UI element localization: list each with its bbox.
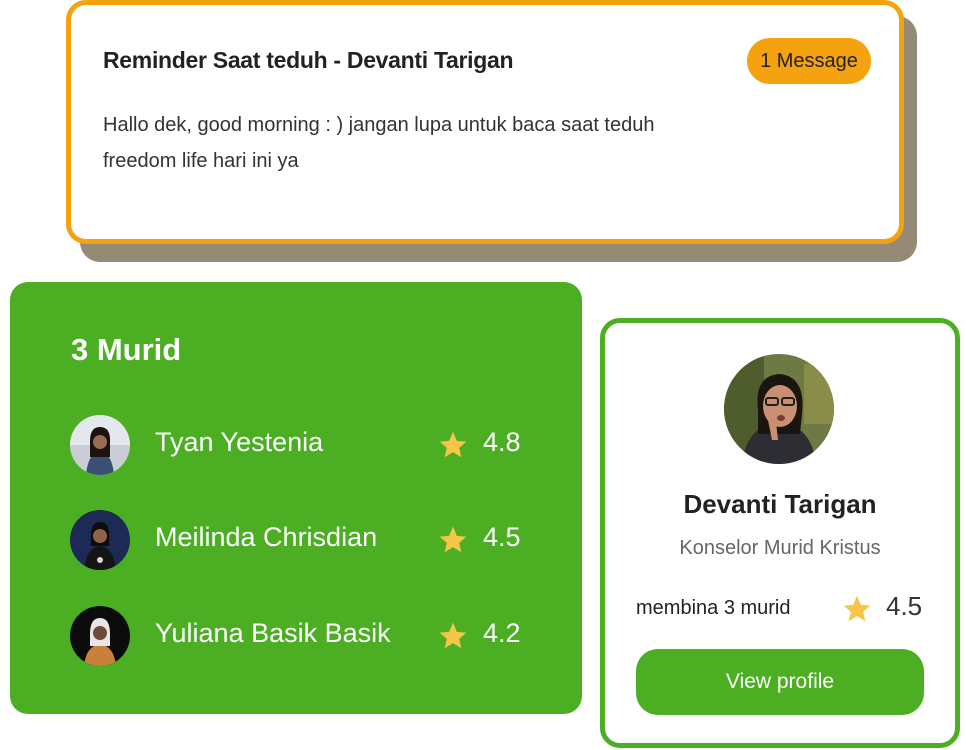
reminder-card[interactable]: Reminder Saat teduh - Devanti Tarigan 1 …: [66, 0, 904, 244]
mentor-profile-card: Devanti Tarigan Konselor Murid Kristus m…: [600, 318, 960, 748]
student-row-meilinda-chrisdian[interactable]: Meilinda Chrisdian 4.5: [70, 510, 540, 570]
student-avatar: [70, 510, 130, 570]
reminder-message: Hallo dek, good morning : ) jangan lupa …: [103, 114, 655, 172]
star-icon: [439, 526, 467, 553]
mentor-name: Devanti Tarigan: [683, 489, 877, 519]
star-icon: [439, 622, 467, 649]
students-count-title: 3 Murid: [71, 332, 182, 367]
student-avatar: [70, 606, 130, 666]
student-rating: 4.5: [483, 522, 521, 552]
star-icon: [439, 431, 467, 458]
student-rating: 4.8: [483, 427, 521, 457]
mentor-role: Konselor Murid Kristus: [679, 537, 881, 559]
students-card: 3 Murid Tyan Yestenia 4.8 Meilinda Chris…: [10, 282, 582, 714]
student-row-yuliana-basik-basik[interactable]: Yuliana Basik Basik 4.2: [70, 606, 540, 666]
student-name: Meilinda Chrisdian: [155, 522, 378, 552]
student-name: Yuliana Basik Basik: [155, 618, 391, 648]
mentor-student-count: membina 3 murid: [636, 597, 791, 619]
student-row-tyan-yestenia[interactable]: Tyan Yestenia 4.8: [70, 415, 540, 475]
student-name: Tyan Yestenia: [155, 427, 324, 457]
student-avatar: [70, 415, 130, 475]
mentor-rating: 4.5: [886, 591, 923, 621]
reminder-title: Reminder Saat teduh - Devanti Tarigan: [103, 47, 514, 73]
star-icon: [843, 595, 871, 622]
student-rating: 4.2: [483, 618, 521, 648]
view-profile-button[interactable]: View profile: [636, 649, 924, 715]
avatar: [724, 354, 834, 464]
message-count-badge[interactable]: 1 Message: [747, 38, 871, 84]
